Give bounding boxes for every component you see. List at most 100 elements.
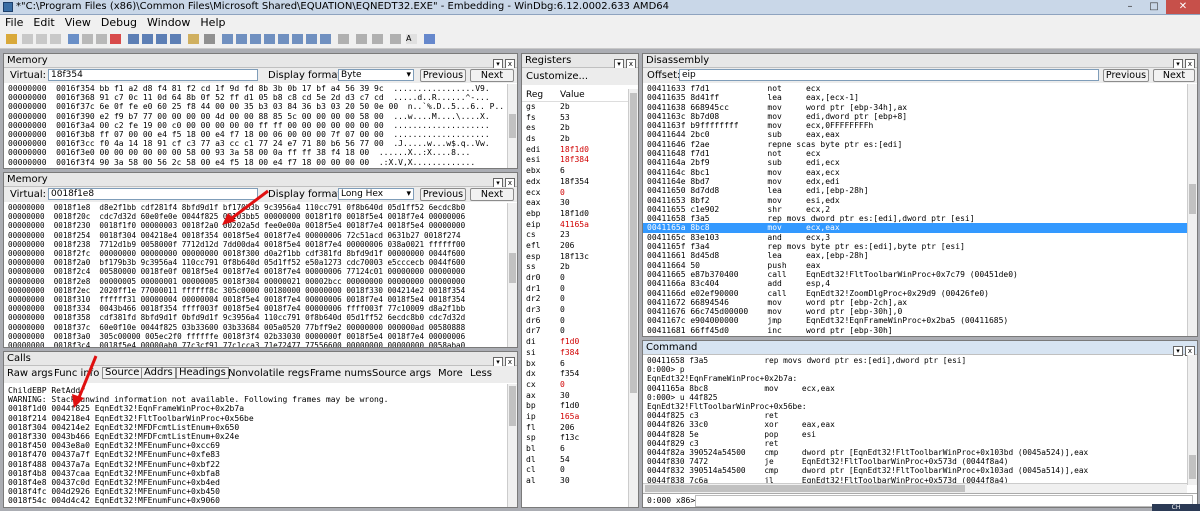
register-value[interactable]: 0 [560,294,628,305]
addrs-option[interactable]: Addrs [141,367,176,379]
close-button[interactable]: ✕ [1166,0,1200,14]
disassembly-line[interactable]: 0041165c 83e103 and ecx,3 [643,233,1187,242]
processes-threads-icon[interactable] [320,34,331,44]
disassembly-line[interactable]: 00411655 c1e902 shr ecx,2 [643,205,1187,214]
disassembly-line[interactable]: 00411635 8d41ff lea eax,[ecx-1] [643,93,1187,102]
register-row[interactable]: di f1d0 [522,337,628,348]
register-row[interactable]: fs 53 [522,113,628,124]
disassembly-line[interactable]: 00411633 f7d1 not ecx [643,84,1187,93]
scroll-thumb[interactable] [509,386,516,426]
maximize-button[interactable]: □ [1142,0,1166,14]
register-row[interactable]: eax 30 [522,198,628,209]
register-row[interactable]: gs 2b [522,102,628,113]
register-row[interactable]: es 2b [522,123,628,134]
scroll-thumb[interactable] [509,114,516,138]
register-value[interactable]: 0 [560,465,628,476]
disassembly-line[interactable]: 00411685 0fbf45d4 movsx eax,word ptr [eb… [643,335,1187,336]
step-into-icon[interactable] [128,34,139,44]
next-button[interactable]: Next [1153,69,1195,82]
nonvolatile-regs-option[interactable]: Nonvolatile regs [228,366,309,381]
register-value[interactable]: 0 [560,188,628,199]
register-row[interactable]: dx f354 [522,369,628,380]
register-value[interactable]: 0 [560,305,628,316]
command-window-icon[interactable] [204,34,215,44]
watch-window-icon[interactable] [222,34,233,44]
disassembly-line[interactable]: 0041164c 8bc1 mov eax,ecx [643,168,1187,177]
disassembly-line[interactable]: 0041166a 83c404 add esp,4 [643,279,1187,288]
register-row[interactable]: al 30 [522,476,628,487]
register-value[interactable]: 6 [560,359,628,370]
register-row[interactable]: ebp 18f1d0 [522,209,628,220]
register-row[interactable]: dr2 0 [522,294,628,305]
breakpoint-icon[interactable] [188,34,199,44]
disassembly-icon[interactable] [292,34,303,44]
less-option[interactable]: Less [470,366,492,381]
register-value[interactable]: 30 [560,476,628,487]
disassembly-line[interactable]: 00411681 66ff45d0 inc word ptr [ebp-30h] [643,326,1187,335]
current-instruction-line[interactable]: 0041165a 8bc8 mov ecx,eax [643,223,1187,233]
scroll-thumb[interactable] [645,485,965,492]
registers-scrollbar[interactable] [628,89,638,507]
disassembly-line[interactable]: 00411646 f2ae repne scas byte ptr es:[ed… [643,140,1187,149]
register-value[interactable]: f384 [560,348,628,359]
disassembly-line[interactable]: 0041166d e02ef90000 call EqnEdt32!ZoomDl… [643,289,1187,298]
memory-1-scrollbar[interactable] [507,84,517,168]
register-row[interactable]: ds 2b [522,134,628,145]
register-value[interactable]: 206 [560,241,628,252]
register-row[interactable]: dr3 0 [522,305,628,316]
register-row[interactable]: dr0 0 [522,273,628,284]
step-over-icon[interactable] [142,34,153,44]
menu-edit[interactable]: Edit [28,15,59,31]
register-value[interactable]: 206 [560,423,628,434]
scratch-pad-icon[interactable] [306,34,317,44]
memory-2-scrollbar[interactable] [507,203,517,347]
next-button[interactable]: Next [470,188,514,201]
register-row[interactable]: bl 6 [522,444,628,455]
locals-window-icon[interactable] [236,34,247,44]
register-value[interactable]: 30 [560,391,628,402]
scroll-thumb[interactable] [1189,184,1196,214]
disassembly-line[interactable]: 0041164e 8bd7 mov edx,edi [643,177,1187,186]
register-row[interactable]: ebx 6 [522,166,628,177]
menu-debug[interactable]: Debug [96,15,142,31]
register-value[interactable]: 0 [560,380,628,391]
disassembly-line[interactable]: 0041163f b9ffffffff mov ecx,0FFFFFFFFh [643,121,1187,130]
register-value[interactable]: 6 [560,444,628,455]
disassembly-line[interactable]: 0041163c 8b7d08 mov edi,dword ptr [ebp+8… [643,112,1187,121]
open-file-icon[interactable] [6,34,17,44]
register-row[interactable]: cs 23 [522,230,628,241]
more-option[interactable]: More [438,366,463,381]
menu-view[interactable]: View [60,15,96,31]
calls-scrollbar[interactable] [507,384,517,507]
disassembly-line[interactable]: 00411648 f7d1 not ecx [643,149,1187,158]
options-icon[interactable] [372,34,383,44]
register-value[interactable]: 0 [560,284,628,295]
register-row[interactable]: bx 6 [522,359,628,370]
register-row[interactable]: sp f13c [522,433,628,444]
menu-help[interactable]: Help [195,15,230,31]
virtual-address-input[interactable]: 18f354 [48,69,258,81]
menu-file[interactable]: File [0,15,28,31]
register-row[interactable]: fl 206 [522,423,628,434]
register-value[interactable]: 2b [560,262,628,273]
register-value[interactable]: 0 [560,326,628,337]
disassembly-line[interactable]: 00411676 66c745d00000 mov word ptr [ebp-… [643,307,1187,316]
registers-window-icon[interactable] [250,34,261,44]
register-row[interactable]: dl 54 [522,455,628,466]
display-format-select[interactable]: Byte ▾ [338,69,414,81]
go-icon[interactable] [68,34,79,44]
disassembly-line[interactable]: 00411638 668945cc mov word ptr [ebp-34h]… [643,103,1187,112]
register-value[interactable]: 18f1d0 [560,145,628,156]
register-value[interactable]: 54 [560,455,628,466]
disassembly-line[interactable]: 00411672 66894546 mov word ptr [ebp-2ch]… [643,298,1187,307]
register-row[interactable]: cx 0 [522,380,628,391]
copy-icon[interactable] [36,34,47,44]
register-row[interactable]: cl 0 [522,465,628,476]
disassembly-line[interactable]: 0041167c e904000000 jmp EqnEdt32!EqnFram… [643,316,1187,325]
register-row[interactable]: bp f1d0 [522,401,628,412]
register-row[interactable]: edi 18f1d0 [522,145,628,156]
pane-options-icon[interactable]: ▾ [1173,346,1183,356]
register-value[interactable]: f1d0 [560,401,628,412]
register-value[interactable]: 18f384 [560,155,628,166]
disassembly-line[interactable]: 00411650 8d7dd8 lea edi,[ebp-28h] [643,186,1187,195]
